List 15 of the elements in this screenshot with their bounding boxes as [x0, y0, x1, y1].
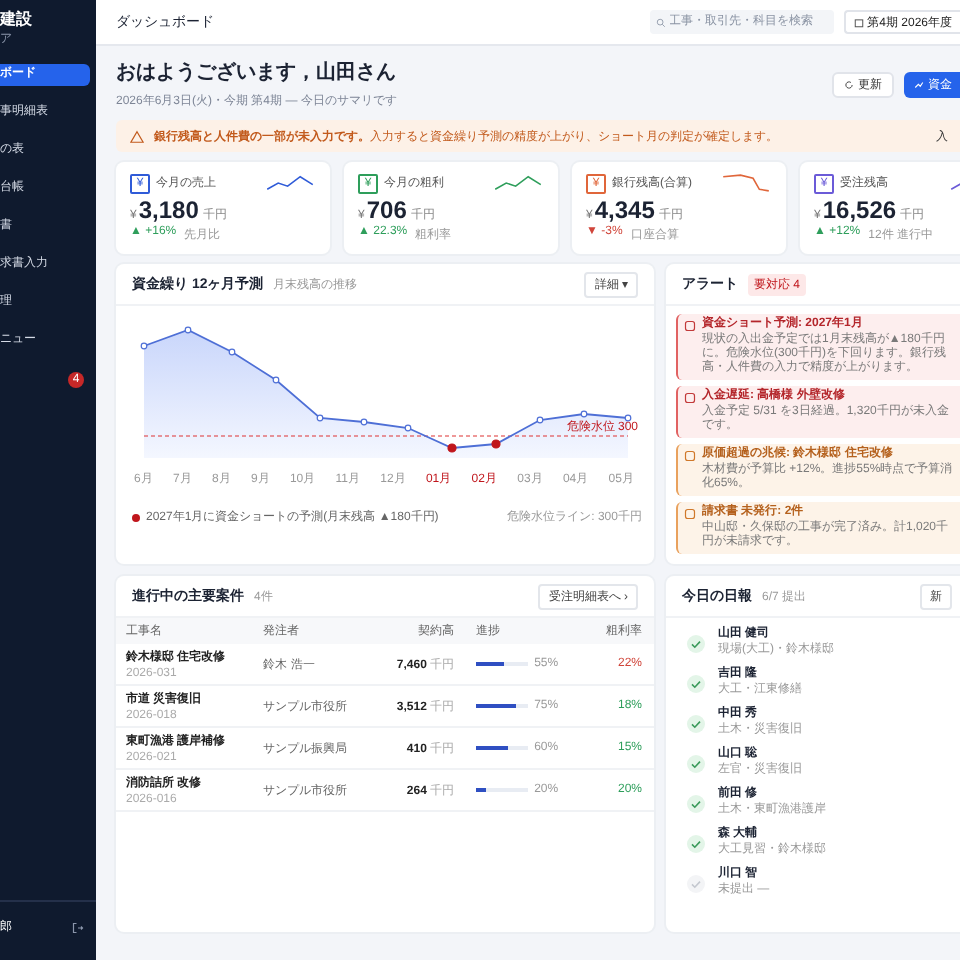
logout-icon[interactable] [72, 921, 84, 933]
greeting-title: おはようございます，山田さん [116, 59, 398, 86]
kpi-value: 16,526 [822, 196, 897, 224]
danger-dot [132, 513, 140, 521]
warning-icon [130, 129, 144, 143]
search-icon [655, 17, 666, 27]
refresh-icon [844, 79, 854, 89]
alert-icon [684, 450, 696, 462]
kpi-value: 706 [366, 196, 407, 224]
kpi-value: 3,180 [138, 196, 199, 224]
trend-icon [914, 79, 924, 89]
alert-icon [684, 320, 696, 332]
alert-icon [684, 392, 696, 404]
alert-icon [684, 508, 696, 520]
kpi-value: 4,345 [594, 196, 655, 224]
